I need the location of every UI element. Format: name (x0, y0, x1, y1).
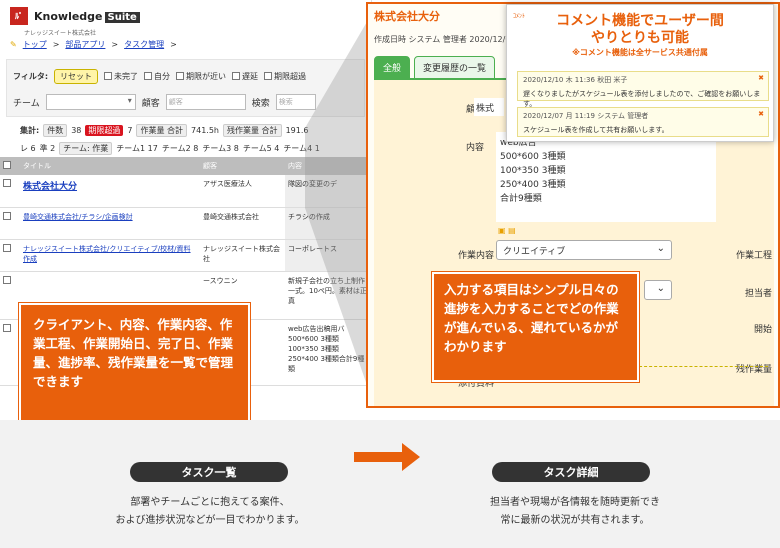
chevron-down-icon: ⌄ (656, 243, 665, 254)
client-field-value[interactable]: 株式 (474, 98, 504, 116)
close-icon[interactable]: ✖ (758, 74, 764, 82)
stat-1: レ 6 (20, 143, 36, 153)
stat-2: 準 2 (39, 143, 56, 153)
search-label: 検索 (251, 98, 270, 109)
checkbox-icon[interactable] (264, 72, 273, 80)
checkbox-icon[interactable] (176, 72, 185, 80)
detail-tabs: 全般 変更履歴の一覧 (374, 56, 496, 79)
app-name: Knowledge Suite (34, 10, 140, 23)
arrow-right-icon (354, 443, 420, 471)
row-title[interactable]: 豊崎交通株式会社/チラシ/企画検討 (23, 213, 133, 221)
breadcrumb-parts-app[interactable]: 部品アプリ (65, 39, 105, 50)
work-field-label: 作業内容 (457, 251, 494, 261)
breadcrumb: ✎ トップ > 部品アプリ > タスク管理 > (10, 39, 177, 50)
client-input[interactable]: 顧客 (165, 94, 246, 110)
work-total-value: 741.5h (191, 125, 220, 135)
reset-button[interactable]: リセット (54, 68, 99, 84)
col-client[interactable]: 顧客 (200, 157, 285, 175)
comment-title-1: コメント機能でユーザー間 (556, 13, 724, 29)
comment-body: スケジュール表を作成して共有お願いします。 (523, 126, 669, 134)
work-total-pill: 作業量 合計 (136, 123, 188, 137)
stat-team3: チーム3 8 (202, 143, 239, 153)
select-all-header[interactable] (0, 157, 20, 175)
stats-label: 集計: (20, 125, 40, 135)
table-row[interactable]: ナレッジスイート株式会社/クリエイティブ/校材/資料作成 ナレッジスイート株式会… (0, 239, 371, 272)
company-name: ナレッジスイート株式会社 (24, 30, 97, 37)
comment-tag: ｺﾒﾝﾄ (513, 13, 526, 20)
app-name-text: Knowledge (34, 9, 103, 23)
task-detail-desc: 担当者や現場が各情報を随時更新でき 常に最新の状況が共有されます。 (490, 497, 660, 526)
filter-panel: フィルタ: リセット 未完了 自分 期限が近い 遅延 期限超過 チーム 顧客 顧… (6, 59, 365, 117)
comment-meta: 2020/12/07 月 11:19 システム 管理者 (523, 112, 649, 120)
comment-card[interactable]: ✖ 2020/12/10 木 11:36 秋田 米子 遅くなりましたがスケジュー… (517, 71, 769, 108)
task-list-pill: タスク一覧 (130, 462, 288, 482)
comment-title-2: やりとりも可能 (591, 30, 689, 46)
breadcrumb-top[interactable]: トップ (23, 39, 47, 50)
comment-popup: ｺﾒﾝﾄ コメント機能でユーザー間 やりとりも可能 ※コメント機能は全サービス共… (506, 4, 774, 142)
content-field[interactable]: web広告 500*600 3種類 100*350 3種類 250*400 3種… (496, 132, 716, 222)
filter-near-deadline[interactable]: 期限が近い (176, 71, 226, 82)
breadcrumb-task[interactable]: タスク管理 (124, 39, 164, 50)
chevron-down-icon: ⌄ (656, 283, 665, 294)
content-field-label: 内容 (465, 143, 484, 153)
task-detail-pill: タスク詳細 (492, 462, 650, 482)
checkbox-icon[interactable] (3, 323, 11, 332)
stat-team5: チーム5 4 (242, 143, 280, 153)
row-title[interactable]: 株式会社大分 (23, 182, 77, 192)
filter-label: フィルタ: (13, 71, 49, 81)
app-suite-text: Suite (104, 11, 140, 23)
checkbox-icon[interactable] (3, 275, 11, 284)
pencil-icon: ✎ (10, 39, 17, 49)
callout-detail-features: 入力する項目はシンプル日々の進捗を入力することでどの作業が進んでいる、遅れている… (432, 272, 639, 382)
row-client: アザス医療法人 (200, 175, 285, 208)
task-list-desc: 部署やチームごとに抱えてる案件、 および進捗状況などが一目でわかります。 (115, 497, 305, 526)
row-client: ナレッジスイート株式会社 (200, 239, 285, 272)
count-pill: 件数 (43, 123, 68, 137)
work-select[interactable]: クリエイティブ ⌄ (496, 240, 672, 260)
team-select[interactable] (45, 94, 136, 110)
comment-sub: ※コメント機能は全サービス共通付属 (572, 48, 708, 57)
team-label: チーム (13, 98, 40, 109)
filter-delay[interactable]: 遅延 (232, 71, 258, 82)
remain-total-pill: 残作業量 合計 (223, 123, 282, 137)
row-title[interactable]: ナレッジスイート株式会社/クリエイティブ/校材/資料作成 (23, 245, 191, 263)
checkbox-icon[interactable] (104, 72, 113, 80)
checkbox-icon[interactable] (3, 161, 11, 169)
logo-icon: ﾙﾟ (10, 7, 28, 25)
checkbox-icon[interactable] (3, 243, 11, 252)
checkbox-icon[interactable] (3, 211, 11, 220)
attachment-icon[interactable]: ▣ ▤ (498, 226, 516, 235)
comment-body: 遅くなりましたがスケジュール表を添付しましたので、ご確認をお願いします。 (523, 90, 761, 108)
comment-meta: 2020/12/10 木 11:36 秋田 米子 (523, 76, 628, 84)
search-input[interactable]: 検索 (275, 94, 316, 110)
checkbox-icon[interactable] (3, 179, 11, 187)
tab-general[interactable]: 全般 (374, 56, 411, 79)
row-client: 豊崎交通株式会社 (200, 207, 285, 240)
comment-card[interactable]: ✖ 2020/12/07 月 11:19 システム 管理者 スケジュール表を作成… (517, 107, 769, 137)
assignee-label: 担当者 (744, 289, 772, 299)
callout-list-features: クライアント、内容、作業内容、作業工程、作業開始日、完了日、作業量、進捗率、残作… (19, 303, 250, 427)
stat-team1: チーム1 17 (116, 143, 158, 153)
filter-overdue[interactable]: 期限超過 (264, 71, 306, 82)
client-label: 顧客 (141, 98, 160, 109)
checkbox-icon[interactable] (144, 72, 153, 80)
close-icon[interactable]: ✖ (758, 110, 764, 118)
filter-self[interactable]: 自分 (144, 71, 170, 82)
overdue-pill: 期限超過 (85, 124, 124, 136)
count-value: 38 (71, 125, 82, 135)
overdue-value: 7 (127, 125, 133, 135)
process-label: 作業工程 (735, 251, 772, 261)
stat-team-work: チーム: 作業 (59, 141, 113, 155)
tab-history[interactable]: 変更履歴の一覧 (414, 56, 496, 79)
filter-incomplete[interactable]: 未完了 (104, 71, 138, 82)
assignee-select[interactable]: ⌄ (644, 280, 672, 300)
col-title[interactable]: タイトル (20, 157, 200, 175)
start-label: 開始 (753, 325, 772, 335)
stat-team2: チーム2 8 (161, 143, 199, 153)
remain-label: 残作業量 (735, 365, 772, 375)
checkbox-icon[interactable] (232, 72, 241, 80)
